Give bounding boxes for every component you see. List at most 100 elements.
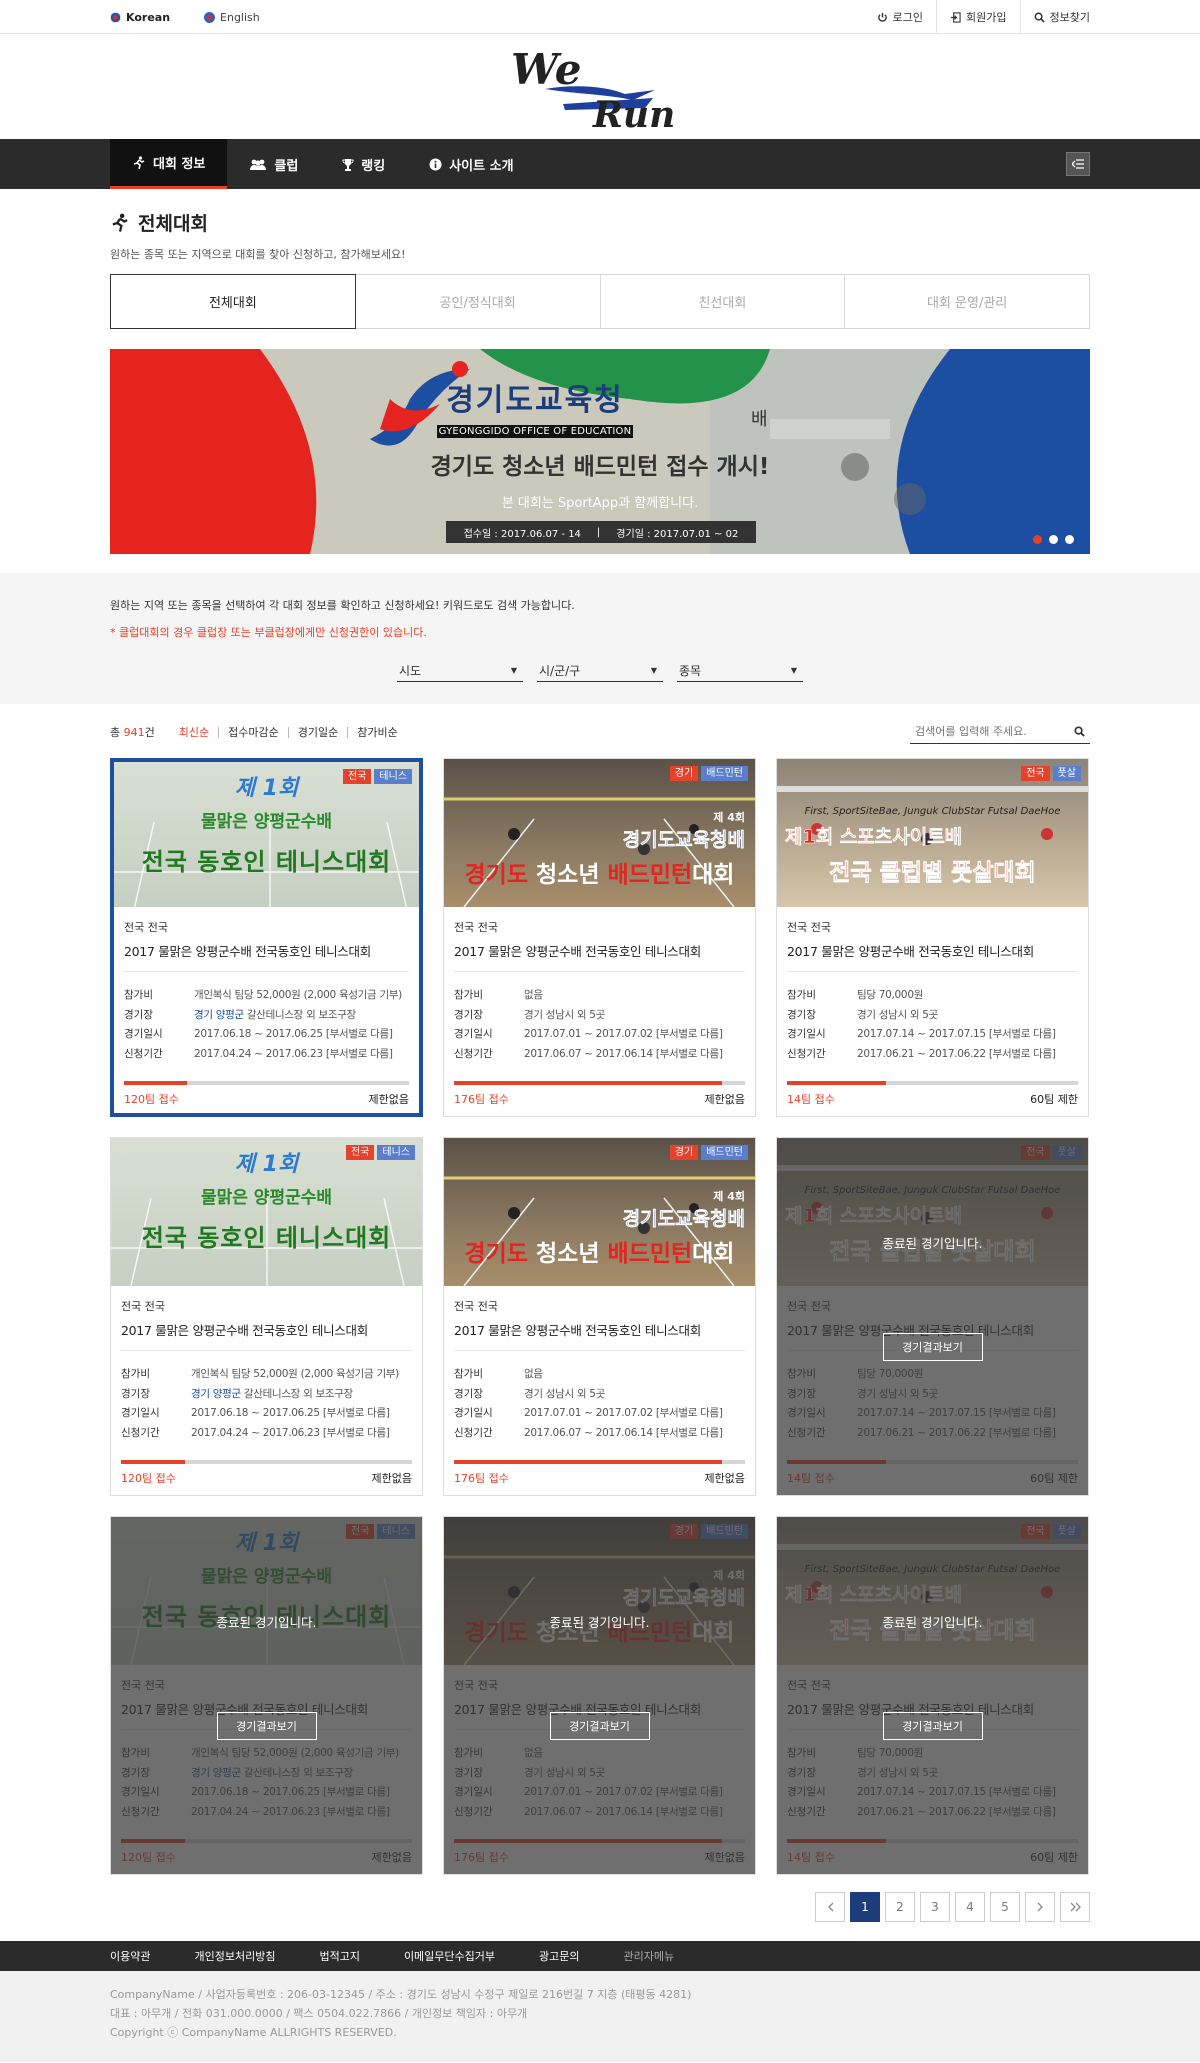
card-tags: 전국풋살 [1021, 766, 1081, 781]
footer-privacy-link[interactable]: 개인정보처리방침 [194, 1948, 275, 1964]
date-label: 경기일시 [787, 1028, 826, 1040]
menu-toggle-button[interactable] [1066, 152, 1090, 176]
competition-card[interactable]: 제 1회 물맑은 양평군수배 전국 동호인 테니스대회 전국테니스 전국 전국 … [110, 1516, 423, 1875]
total-count: 총 941건 [110, 726, 155, 739]
sort-fee[interactable]: 참가비순 [347, 726, 406, 738]
competition-card[interactable]: First, SportSiteBae, Junguk ClubStar Fut… [776, 758, 1089, 1117]
view-results-button[interactable]: 경기결과보기 [216, 1712, 317, 1740]
card-title: 2017 물맑은 양평군수배 전국동호인 테니스대회 [454, 1320, 745, 1351]
competition-card[interactable]: 제 1회 물맑은 양평군수배 전국 동호인 테니스대회 전국테니스 전국 전국 … [110, 758, 423, 1117]
card-info: 참가비 없음 경기장 경기 성남시 외 5곳 경기일시 2017.07.01 ~ 20… [454, 1365, 745, 1443]
fee-label: 참가비 [454, 1368, 483, 1380]
card-region: 전국 전국 [124, 921, 168, 934]
banner-game-period: 경기일 : 2017.07.01 ~ 02 [616, 528, 739, 540]
pagination: 1 2 3 4 5 [110, 1892, 1090, 1922]
venue-value: 경기 성남시 외 5곳 [857, 1008, 939, 1021]
filter-note: * 클럽대회의 경우 클럽장 또는 부클럽장에게만 신청권한이 있습니다. [110, 626, 427, 639]
login-link[interactable]: 로그인 [864, 0, 936, 34]
registration-progress-fill [454, 1081, 722, 1085]
page-button[interactable]: 5 [990, 1892, 1020, 1922]
page-button[interactable]: 3 [920, 1892, 950, 1922]
tag-badge: 전국 [345, 1145, 375, 1160]
nav-club[interactable]: 클럽 [227, 139, 320, 189]
registration-count: 14팀 접수 [787, 1093, 835, 1106]
date-label: 경기일시 [454, 1028, 493, 1040]
find-info-link[interactable]: 정보찾기 [1019, 0, 1090, 34]
page-button[interactable]: 2 [885, 1892, 915, 1922]
tab-all[interactable]: 전체대회 [110, 274, 356, 329]
view-results-button[interactable]: 경기결과보기 [882, 1712, 983, 1740]
last-page-button[interactable] [1060, 1892, 1090, 1922]
lang-english[interactable]: English [204, 11, 260, 24]
region-select[interactable]: 시도 ▼ [397, 660, 523, 682]
competition-card[interactable]: 제 1회 물맑은 양평군수배 전국 동호인 테니스대회 전국테니스 전국 전국 … [110, 1137, 423, 1496]
nav-about[interactable]: 사이트 소개 [407, 139, 535, 189]
sort-deadline[interactable]: 접수마감순 [218, 726, 288, 738]
competition-card[interactable]: 제 4회 경기도교육청배 경기도 청소년 배드민턴대회 경기배드민턴 전국 전국… [443, 1516, 756, 1875]
competition-card[interactable]: 제 4회 경기도교육청배 경기도 청소년 배드민턴대회 경기배드민턴 전국 전국… [443, 1137, 756, 1496]
caret-down-icon: ▼ [650, 666, 657, 675]
competition-grid: 제 1회 물맑은 양평군수배 전국 동호인 테니스대회 전국 테니스 전국 전국 … [110, 758, 1090, 1875]
sort-latest[interactable]: 최신순 [179, 727, 218, 738]
nav-ranking[interactable]: 랭킹 [320, 139, 407, 189]
sport-select[interactable]: 종목 ▼ [677, 660, 803, 682]
competition-card[interactable]: First, SportSiteBae, Junguk ClubStar Fut… [776, 1516, 1089, 1875]
card-thumbnail: 제 1회 물맑은 양평군수배 전국 동호인 테니스대회 전국테니스 [114, 762, 419, 907]
fee-label: 참가비 [121, 1368, 150, 1380]
nav-competition-info[interactable]: 대회 정보 [110, 139, 228, 189]
city-select[interactable]: 시/군/구 ▼ [537, 660, 663, 682]
card-tags: 전국테니스 [345, 1145, 415, 1160]
footer-email-policy-link[interactable]: 이메일무단수집거부 [404, 1948, 495, 1964]
footer-terms-link[interactable]: 이용약관 [110, 1948, 150, 1964]
sort-game-date[interactable]: 경기일순 [287, 726, 347, 738]
join-link[interactable]: 회원가입 [936, 0, 1019, 34]
registration-count: 120팀 접수 [124, 1093, 179, 1106]
search-icon[interactable] [1074, 726, 1085, 737]
competition-card[interactable]: First, SportSiteBae, Junguk ClubStar Fut… [776, 1137, 1089, 1496]
card-thumbnail: 제 4회 경기도교육청배 경기도 청소년 배드민턴대회 경기배드민턴 [444, 1138, 755, 1286]
tab-management[interactable]: 대회 운영/관리 [845, 274, 1090, 329]
tag-badge: 테니스 [377, 1145, 415, 1160]
footer-admin-link[interactable]: 관리자메뉴 [624, 1948, 675, 1964]
filter-description: 원하는 지역 또는 종목을 선택하여 각 대회 정보를 확인하고 신청하세요! … [110, 599, 575, 612]
search-input[interactable] [915, 725, 1055, 738]
tab-official[interactable]: 공인/정식대회 [355, 274, 601, 329]
footer-copyright: Copyright ⓒ CompanyName ALLRIGHTS RESERV… [110, 2026, 397, 2039]
footer-info: CompanyName / 사업자등록번호 : 206-03-12345 / 주… [0, 1971, 1200, 2062]
find-info-label: 정보찾기 [1049, 11, 1090, 24]
footer-company-line: CompanyName / 사업자등록번호 : 206-03-12345 / 주… [110, 1988, 692, 2001]
card-region: 전국 전국 [454, 921, 498, 934]
card-title: 2017 물맑은 양평군수배 전국동호인 테니스대회 [454, 941, 745, 972]
card-info: 참가비개인복식 팀당 52,000원 (2,000 육성기금 기부) 경기장경기… [121, 1365, 412, 1443]
card-tags: 전국테니스 [342, 769, 412, 784]
page-button[interactable]: 1 [850, 1892, 880, 1922]
card-thumbnail: 제 4회 경기도교육청배 경기도 청소년 배드민턴대회 경기배드민턴 [444, 759, 755, 907]
footer-legal-link[interactable]: 법적고지 [319, 1948, 359, 1964]
next-page-button[interactable] [1025, 1892, 1055, 1922]
view-results-button[interactable]: 경기결과보기 [882, 1333, 983, 1361]
chevron-left-icon [827, 1902, 833, 1912]
date-label: 경기일시 [121, 1407, 160, 1419]
registration-progress-fill [121, 1460, 186, 1464]
tab-friendly[interactable]: 친선대회 [600, 274, 846, 329]
view-results-button[interactable]: 경기결과보기 [549, 1712, 650, 1740]
period-value: 2017.06.21 ~ 2017.06.22 [부서별로 다름] [857, 1047, 1056, 1060]
registration-progress-fill [454, 1460, 722, 1464]
footer-ads-link[interactable]: 광고문의 [539, 1948, 579, 1964]
promo-banner[interactable]: 경기도교육청 GYEONGGIDO OFFICE OF EDUCATION 배 … [110, 349, 1090, 554]
filter-section: 원하는 지역 또는 종목을 선택하여 각 대회 정보를 확인하고 신청하세요! … [0, 573, 1200, 704]
period-value: 2017.04.24 ~ 2017.06.23 [부서별로 다름] [194, 1047, 393, 1060]
banner-dot[interactable] [1049, 535, 1058, 544]
period-label: 신청기간 [124, 1047, 163, 1060]
competition-card[interactable]: 제 4회 경기도교육청배 경기도 청소년 배드민턴대회 경기배드민턴 전국 전국… [443, 758, 756, 1117]
venue-value: 경기 양평군 갈산테니스장 외 보조구장 [191, 1387, 353, 1400]
search-box [910, 720, 1090, 744]
site-logo[interactable]: We Run [505, 42, 695, 132]
banner-dot[interactable] [1033, 535, 1042, 544]
nav-label: 사이트 소개 [449, 158, 514, 174]
prev-page-button[interactable] [815, 1892, 845, 1922]
banner-suffix: 배 [751, 409, 768, 430]
lang-korean[interactable]: Korean [110, 11, 170, 24]
page-button[interactable]: 4 [955, 1892, 985, 1922]
banner-dot[interactable] [1065, 535, 1074, 544]
